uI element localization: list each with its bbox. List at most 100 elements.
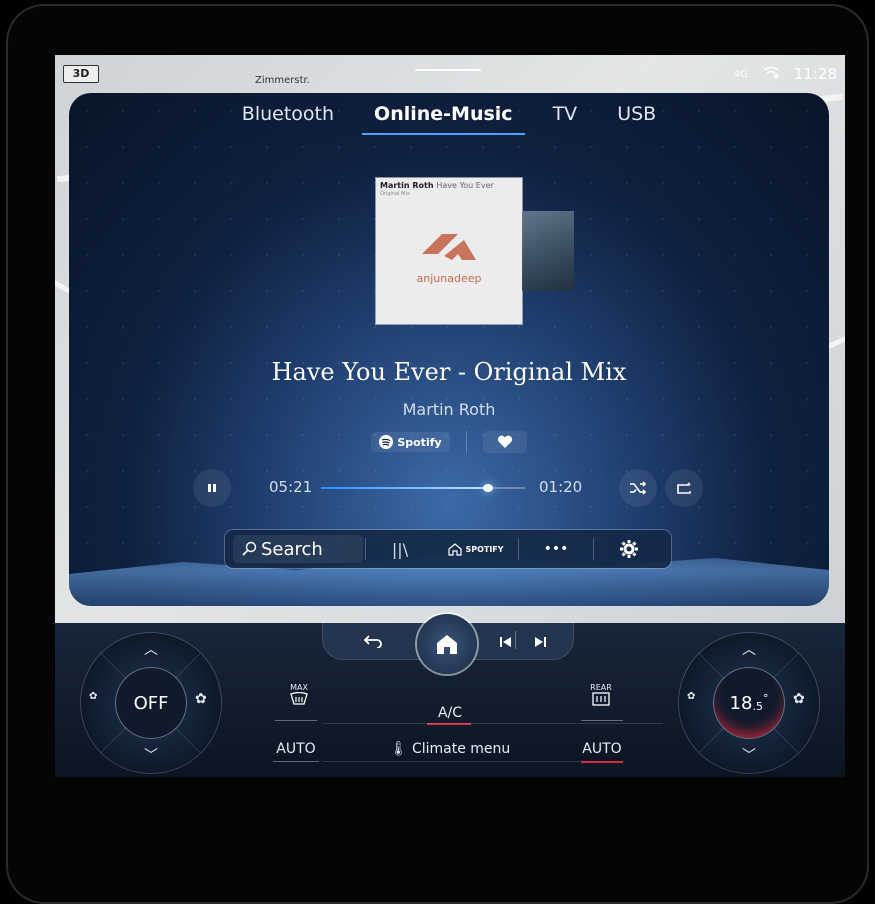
pause-icon [208, 484, 216, 492]
head-unit-screen: 3D Zimmerstr. 4G 11:28 Bluetooth Online-… [55, 55, 845, 777]
tab-online-music[interactable]: Online-Music [362, 101, 525, 135]
shuffle-button[interactable] [619, 469, 657, 507]
divider [323, 761, 593, 762]
pause-button[interactable] [193, 469, 231, 507]
remaining-time: 01:20 [539, 478, 583, 496]
status-bar: 3D Zimmerstr. 4G 11:28 [55, 55, 845, 95]
climate-menu-label: Climate menu [411, 741, 511, 757]
left-zone-status: OFF [133, 692, 169, 714]
status-icons: 4G 11:28 [734, 65, 837, 83]
source-tabs: Bluetooth Online-Music TV USB [69, 101, 829, 135]
climate-menu-button[interactable]: 🌡︎ Climate menu [385, 741, 515, 757]
progress-bar[interactable] [321, 484, 525, 492]
next-track-button[interactable] [533, 633, 547, 652]
cover-text: Martin Roth Have You Ever [380, 181, 494, 190]
playback-controls: 05:21 01:20 [69, 469, 829, 509]
home-outline-icon [448, 542, 463, 556]
auto-right-label: AUTO [582, 741, 622, 757]
auto-right-button[interactable]: AUTO [577, 741, 627, 757]
rear-defrost-icon [592, 692, 610, 706]
right-temp-display[interactable]: 18.5 ° [714, 668, 784, 738]
library-icon: ||\ [391, 539, 409, 559]
search-label: Search [261, 538, 323, 560]
auto-left-label: AUTO [276, 741, 316, 757]
cover-label: anjunadeep [416, 272, 482, 285]
left-down-chevron-icon[interactable]: ﹀ [81, 745, 221, 765]
auto-left-button[interactable]: AUTO [271, 741, 321, 757]
divider [273, 761, 319, 762]
left-up-chevron-icon[interactable]: ︿ [81, 639, 221, 659]
rear-defrost-button[interactable]: REAR [581, 683, 621, 708]
right-temp-decimal: .5 [752, 699, 763, 713]
right-climate-dial[interactable]: ︿ ﹀ ✿ ✿ 18.5 ° [679, 633, 819, 773]
skip-back-icon [500, 637, 511, 647]
album-cover[interactable]: Martin Roth Have You Ever Original Mix a… [376, 178, 522, 324]
tab-usb[interactable]: USB [605, 101, 668, 135]
media-toolbar: Search ||\ SPOTIFY ••• [225, 530, 671, 568]
search-button[interactable]: Search [225, 530, 365, 568]
back-button[interactable] [363, 633, 383, 652]
more-icon: ••• [543, 541, 569, 557]
cover-artist: Martin Roth [380, 181, 434, 190]
library-button[interactable]: ||\ [366, 530, 434, 568]
previous-track-button[interactable] [499, 633, 513, 652]
ac-label: A/C [437, 705, 463, 721]
search-field[interactable]: Search [233, 535, 363, 563]
repeat-button[interactable] [665, 469, 703, 507]
media-card: Bluetooth Online-Music TV USB Martin Rot… [69, 93, 829, 606]
defrost-icon [290, 691, 308, 705]
divider [275, 720, 317, 721]
spotify-button[interactable]: Spotify [371, 432, 450, 452]
fan-high-icon[interactable]: ✿ [195, 691, 207, 707]
back-arrow-icon [363, 635, 382, 649]
skip-forward-icon [535, 637, 546, 647]
progress-fill [321, 487, 489, 489]
like-button[interactable] [482, 431, 527, 453]
divider [515, 631, 516, 649]
gear-icon [620, 540, 638, 558]
more-button[interactable]: ••• [519, 530, 593, 568]
fan-low-icon[interactable]: ✿ [89, 691, 97, 702]
spotify-home-button[interactable]: SPOTIFY [434, 530, 518, 568]
rear-label: REAR [590, 683, 612, 692]
tab-bluetooth[interactable]: Bluetooth [230, 101, 346, 135]
divider [465, 431, 467, 453]
auto-right-active-indicator [581, 761, 623, 763]
climate-bar: ︿ ﹀ ✿ ✿ OFF MAX A/C REAR AUTO 🌡︎ Climate… [55, 614, 845, 777]
source-row: Spotify [69, 431, 829, 453]
max-defrost-button[interactable]: MAX [279, 683, 319, 708]
divider [581, 720, 623, 721]
progress-knob[interactable] [483, 484, 494, 492]
next-album-cover[interactable] [522, 211, 574, 291]
right-temp-unit: ° [762, 691, 769, 705]
map-3d-toggle[interactable]: 3D [63, 65, 99, 83]
tab-tv[interactable]: TV [541, 101, 590, 135]
settings-button[interactable] [594, 530, 664, 568]
signal-indicator: 4G [733, 68, 748, 80]
thermometer-icon: 🌡︎ [389, 741, 408, 757]
anjunadeep-logo [422, 234, 476, 260]
connectivity-icon [762, 65, 780, 83]
left-zone-button[interactable]: OFF [116, 668, 186, 738]
spotify-label: Spotify [397, 435, 442, 449]
right-down-chevron-icon[interactable]: ﹀ [679, 745, 819, 765]
spotify-home-label: SPOTIFY [465, 544, 504, 554]
ac-button[interactable]: A/C [425, 705, 475, 721]
fan-high-icon[interactable]: ✿ [793, 691, 805, 707]
fan-low-icon[interactable]: ✿ [687, 691, 695, 702]
left-climate-dial[interactable]: ︿ ﹀ ✿ ✿ OFF [81, 633, 221, 773]
track-artist: Martin Roth [402, 400, 496, 419]
track-title: Have You Ever - Original Mix [271, 358, 627, 386]
clock: 11:28 [793, 65, 837, 83]
right-up-chevron-icon[interactable]: ︿ [679, 639, 819, 659]
divider [323, 723, 663, 724]
home-button[interactable] [417, 614, 477, 674]
drawer-handle[interactable] [415, 69, 481, 71]
cover-subtitle: Original Mix [380, 191, 410, 197]
repeat-icon [677, 482, 691, 494]
cover-title: Have You Ever [436, 181, 494, 190]
shuffle-icon [630, 481, 647, 495]
max-label: MAX [290, 683, 308, 692]
street-label: Zimmerstr. [255, 75, 310, 86]
right-temp: 18 [729, 692, 753, 714]
